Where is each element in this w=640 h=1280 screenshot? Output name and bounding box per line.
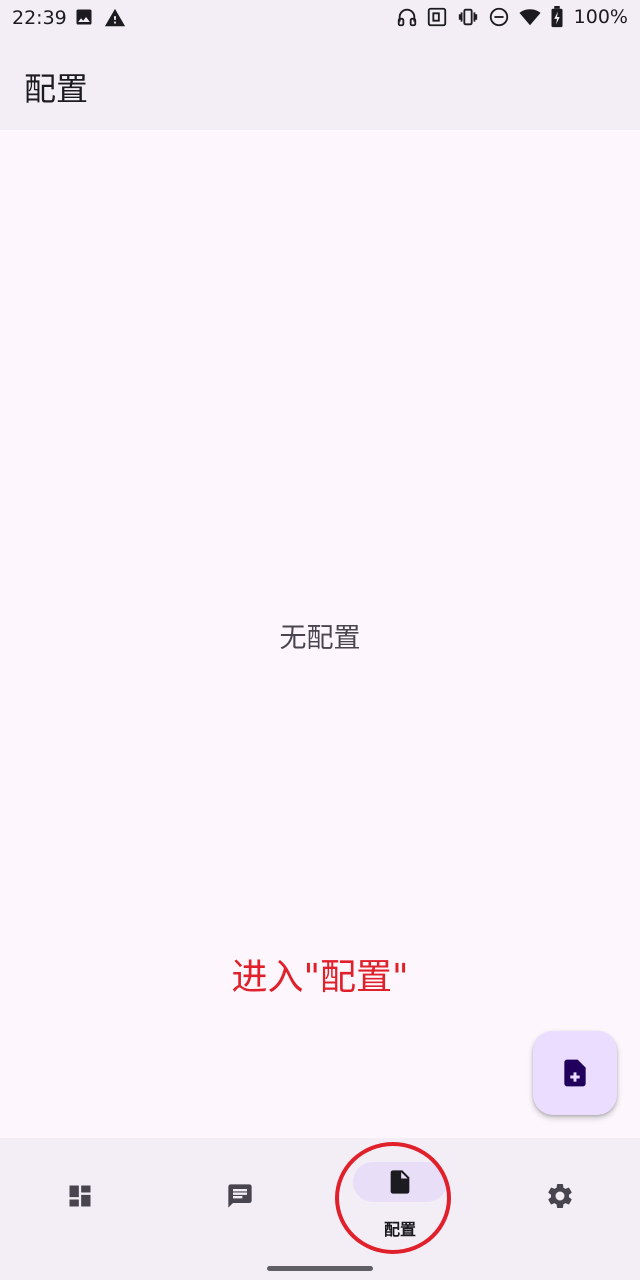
gesture-navigation-bar[interactable] (267, 1266, 373, 1271)
nav-item-settings[interactable] (480, 1138, 640, 1258)
nfc-icon (427, 7, 446, 27)
nav-item-messages[interactable] (160, 1138, 320, 1258)
status-notification-icons (74, 7, 126, 29)
empty-state-text: 无配置 (279, 623, 361, 654)
message-icon (226, 1182, 254, 1210)
top-app-bar: 配置 (0, 36, 640, 130)
warning-icon (104, 8, 126, 27)
status-time: 22:39 (12, 7, 67, 29)
status-bar: 22:39 100% (0, 0, 640, 36)
vibrate-icon (458, 8, 477, 26)
nav-item-dashboard[interactable] (0, 1138, 160, 1258)
annotation-caption: 进入"配置" (231, 957, 409, 998)
headphones-icon (397, 8, 416, 27)
add-config-button[interactable] (533, 1031, 617, 1115)
do-not-disturb-icon (489, 7, 508, 27)
dashboard-icon (66, 1182, 94, 1210)
page-title: 配置 (24, 70, 89, 108)
config-list-area: 无配置 进入"配置" (0, 130, 640, 1138)
battery-percentage: 100% (573, 6, 628, 28)
battery-icon (551, 6, 563, 28)
wifi-icon (519, 9, 541, 26)
status-system-icons: 100% (396, 6, 628, 28)
image-icon (76, 9, 92, 25)
bottom-navigation: 配置 (0, 1138, 640, 1280)
add-file-icon (564, 1059, 586, 1087)
gear-icon (545, 1181, 575, 1211)
annotation-highlight-circle (335, 1142, 451, 1254)
